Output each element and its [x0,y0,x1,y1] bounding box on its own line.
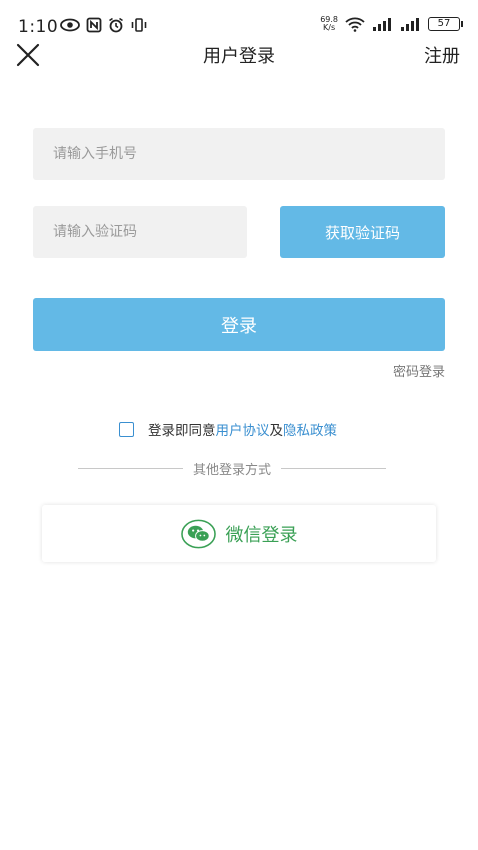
signal-icon [373,18,391,31]
user-agreement-link[interactable]: 用户协议 [216,419,270,439]
nfc-icon [86,17,102,33]
net-speed-unit: K/s [323,23,336,32]
divider-line-right [281,467,387,469]
password-login-link[interactable]: 密码登录 [393,361,445,380]
verification-code-input[interactable] [33,206,247,258]
status-icons-left [60,17,148,33]
battery-icon: 57 [428,17,463,31]
vibrate-icon [131,18,147,32]
signal-icon-2 [401,18,419,31]
wifi-icon [345,17,365,32]
alarm-icon [109,17,123,33]
agreement-row: 登录即同意 用户协议 及 隐私政策 [119,419,337,439]
wechat-icon [180,519,216,548]
login-button[interactable]: 登录 [33,298,445,351]
divider-line-left [78,467,183,469]
phone-input[interactable] [33,128,445,180]
page-title: 用户登录 [203,46,275,67]
status-bar: 1:10 69.8 K/s 57 [0,0,478,38]
eye-icon [60,18,80,32]
net-speed: 69.8 K/s [320,16,338,32]
nav-bar: 用户登录 注册 [0,38,478,72]
privacy-policy-link[interactable]: 隐私政策 [283,419,337,439]
wechat-login-button[interactable]: 微信登录 [42,505,436,562]
status-time: 1:10 [18,17,59,37]
other-login-label: 其他登录方式 [193,462,272,478]
register-button[interactable]: 注册 [424,42,460,68]
agreement-prefix: 登录即同意 [148,423,216,439]
other-login-divider: 其他登录方式 [78,459,387,478]
wechat-login-label: 微信登录 [225,524,298,546]
status-right: 69.8 K/s 57 [320,16,463,32]
agreement-and: 及 [269,423,284,439]
agreement-checkbox[interactable] [119,421,134,437]
get-code-button[interactable]: 获取验证码 [280,206,445,258]
